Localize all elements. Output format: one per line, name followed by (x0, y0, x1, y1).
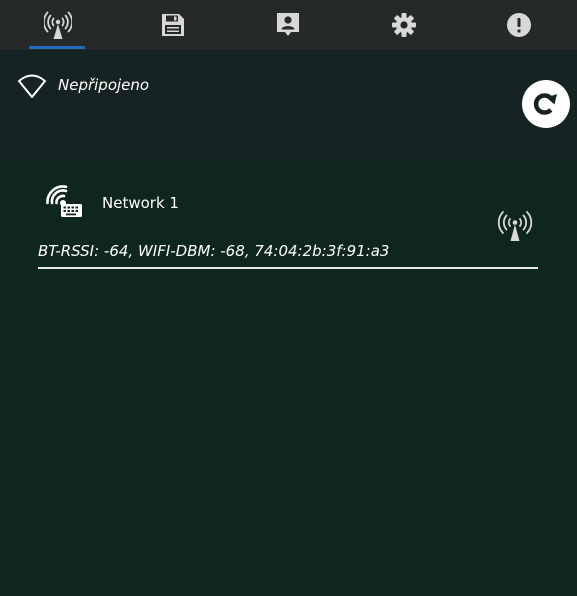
tab-info[interactable] (462, 0, 577, 50)
refresh-icon (533, 93, 557, 115)
refresh-button[interactable] (522, 80, 570, 128)
wifi-keyboard-icon (46, 185, 82, 217)
tab-settings[interactable] (346, 0, 461, 50)
wifi-antenna-icon (43, 11, 72, 39)
connection-status-panel: Nepřipojeno (0, 50, 577, 160)
signal-antenna-icon (497, 211, 533, 241)
exclamation-circle-icon (507, 13, 532, 37)
tab-wifi[interactable] (0, 0, 115, 50)
tab-save[interactable] (115, 0, 230, 50)
tab-contact[interactable] (231, 0, 346, 50)
active-tab-indicator (29, 46, 85, 49)
network-details: BT-RSSI: -64, WIFI-DBM: -68, 74:04:2b:3f… (38, 242, 390, 260)
gear-icon (391, 13, 416, 37)
wifi-outline-icon (18, 74, 46, 98)
network-item-divider (38, 267, 538, 269)
network-list-item[interactable]: Network 1 BT-RSSI: -64, WIFI-DBM: -68, 7… (38, 180, 538, 270)
contact-card-icon (277, 13, 300, 36)
tab-bar (0, 0, 577, 50)
connection-status-text: Nepřipojeno (58, 76, 150, 94)
floppy-disk-icon (162, 14, 185, 36)
network-name: Network 1 (102, 194, 179, 212)
